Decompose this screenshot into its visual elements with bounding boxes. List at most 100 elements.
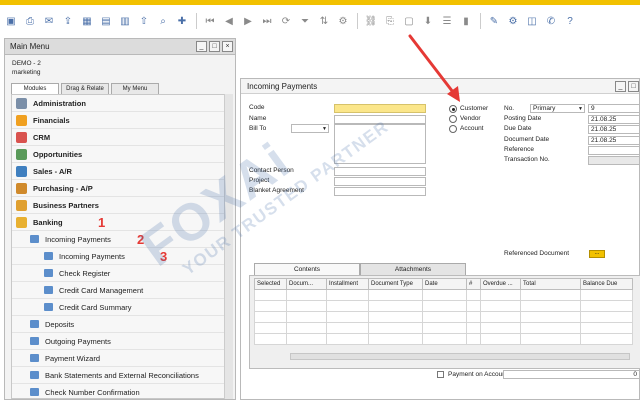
table-cell[interactable] [326, 311, 369, 323]
menu-item[interactable]: Check Number Confirmation [12, 384, 224, 398]
column-header[interactable]: Installment [326, 278, 369, 290]
series-select[interactable]: Primary ▼ [530, 104, 585, 113]
tab-attachments[interactable]: Attachments [360, 263, 466, 275]
table-cell[interactable] [254, 322, 287, 334]
table-row[interactable] [254, 333, 633, 345]
tab-my-menu[interactable]: My Menu [111, 83, 159, 94]
reference-field[interactable] [588, 146, 640, 155]
table-cell[interactable] [480, 300, 521, 312]
payment-on-account-field[interactable]: 0 [503, 370, 640, 379]
column-header[interactable]: Document Type [368, 278, 423, 290]
payment-on-account-checkbox[interactable] [437, 371, 444, 378]
contact-person-field[interactable] [334, 167, 426, 176]
tab-modules[interactable]: Modules [11, 83, 59, 94]
table-row[interactable] [254, 300, 633, 312]
table-cell[interactable] [286, 289, 327, 301]
menu-item[interactable]: Outgoing Payments [12, 333, 224, 350]
column-header[interactable]: Balance Due [580, 278, 633, 290]
table-cell[interactable] [580, 322, 633, 334]
copy-icon[interactable]: ⎘ [383, 14, 397, 28]
tab-drag-relate[interactable]: Drag & Relate [61, 83, 109, 94]
new-icon[interactable]: ▢ [402, 14, 416, 28]
menu-item[interactable]: Check Register [12, 265, 224, 282]
table-cell[interactable] [466, 289, 481, 301]
module-item[interactable]: Opportunities [12, 146, 224, 163]
table-cell[interactable] [466, 322, 481, 334]
module-item[interactable]: Business Partners [12, 197, 224, 214]
prev-icon[interactable]: ◀ [222, 14, 236, 28]
table-cell[interactable] [368, 322, 423, 334]
table-cell[interactable] [286, 322, 327, 334]
module-list-scrollbar[interactable] [224, 94, 233, 399]
table-cell[interactable] [520, 322, 581, 334]
table-cell[interactable] [480, 322, 521, 334]
table-cell[interactable] [254, 289, 287, 301]
blanket-agreement-field[interactable] [334, 187, 426, 196]
referenced-document-button[interactable]: ... [589, 250, 605, 258]
export-icon[interactable]: ⇪ [61, 14, 75, 28]
drill-icon[interactable]: ⬇ [421, 14, 435, 28]
email-icon[interactable]: ✉ [42, 14, 56, 28]
close-button[interactable]: × [222, 41, 233, 52]
table-row[interactable] [254, 322, 633, 334]
table-cell[interactable] [422, 322, 467, 334]
sort-icon[interactable]: ⇅ [317, 14, 331, 28]
word-icon[interactable]: ▤ [99, 14, 113, 28]
module-item[interactable]: Banking 1 [12, 214, 224, 231]
edit-icon[interactable]: ✎ [487, 14, 501, 28]
table-cell[interactable] [368, 289, 423, 301]
table-cell[interactable] [466, 311, 481, 323]
table-cell[interactable] [580, 333, 633, 345]
module-item[interactable]: Administration [12, 95, 224, 112]
document-date-field[interactable]: 21.08.25 [588, 136, 640, 145]
menu-item[interactable]: Credit Card Management [12, 282, 224, 299]
table-cell[interactable] [326, 300, 369, 312]
table-cell[interactable] [368, 333, 423, 345]
up-icon[interactable]: ⇧ [137, 14, 151, 28]
doc-number-field[interactable]: 9 [588, 104, 640, 113]
module-item[interactable]: Purchasing - A/P [12, 180, 224, 197]
name-field[interactable] [334, 115, 426, 124]
account-radio[interactable] [449, 125, 457, 133]
table-cell[interactable] [520, 300, 581, 312]
link-icon[interactable]: ⛓ [364, 14, 378, 28]
find-icon[interactable]: ⌕ [156, 14, 170, 28]
table-cell[interactable] [368, 300, 423, 312]
menu-item[interactable]: Payment Wizard [12, 350, 224, 367]
table-row[interactable] [254, 289, 633, 301]
table-cell[interactable] [580, 300, 633, 312]
first-icon[interactable]: ⏮ [203, 14, 217, 28]
maximize-button[interactable]: □ [628, 81, 639, 92]
column-header[interactable]: Selected [254, 278, 287, 290]
settings-icon[interactable]: ⚙ [506, 14, 520, 28]
column-header[interactable]: Docum... [286, 278, 327, 290]
settings-icon[interactable]: ⚙ [336, 14, 350, 28]
menu-item[interactable]: Bank Statements and External Reconciliat… [12, 367, 224, 384]
excel-icon[interactable]: ▦ [80, 14, 94, 28]
table-cell[interactable] [580, 289, 633, 301]
table-cell[interactable] [254, 311, 287, 323]
menu-item[interactable]: Incoming Payments 3 [12, 248, 224, 265]
table-cell[interactable] [326, 322, 369, 334]
folder-icon[interactable]: ▣ [4, 14, 18, 28]
table-cell[interactable] [466, 300, 481, 312]
print-icon[interactable]: ⎙ [23, 14, 37, 28]
column-header[interactable]: Overdue ... [480, 278, 521, 290]
table-cell[interactable] [422, 333, 467, 345]
report-icon[interactable]: ☰ [440, 14, 454, 28]
vendor-radio[interactable] [449, 115, 457, 123]
maximize-button[interactable]: □ [209, 41, 220, 52]
preview-icon[interactable]: ◫ [525, 14, 539, 28]
table-cell[interactable] [286, 300, 327, 312]
chart-icon[interactable]: ▮ [459, 14, 473, 28]
minimize-button[interactable]: _ [615, 81, 626, 92]
table-cell[interactable] [580, 311, 633, 323]
module-item[interactable]: Financials [12, 112, 224, 129]
table-cell[interactable] [520, 289, 581, 301]
next-icon[interactable]: ▶ [241, 14, 255, 28]
table-cell[interactable] [422, 289, 467, 301]
table-cell[interactable] [466, 333, 481, 345]
table-cell[interactable] [286, 311, 327, 323]
table-cell[interactable] [326, 289, 369, 301]
table-cell[interactable] [286, 333, 327, 345]
